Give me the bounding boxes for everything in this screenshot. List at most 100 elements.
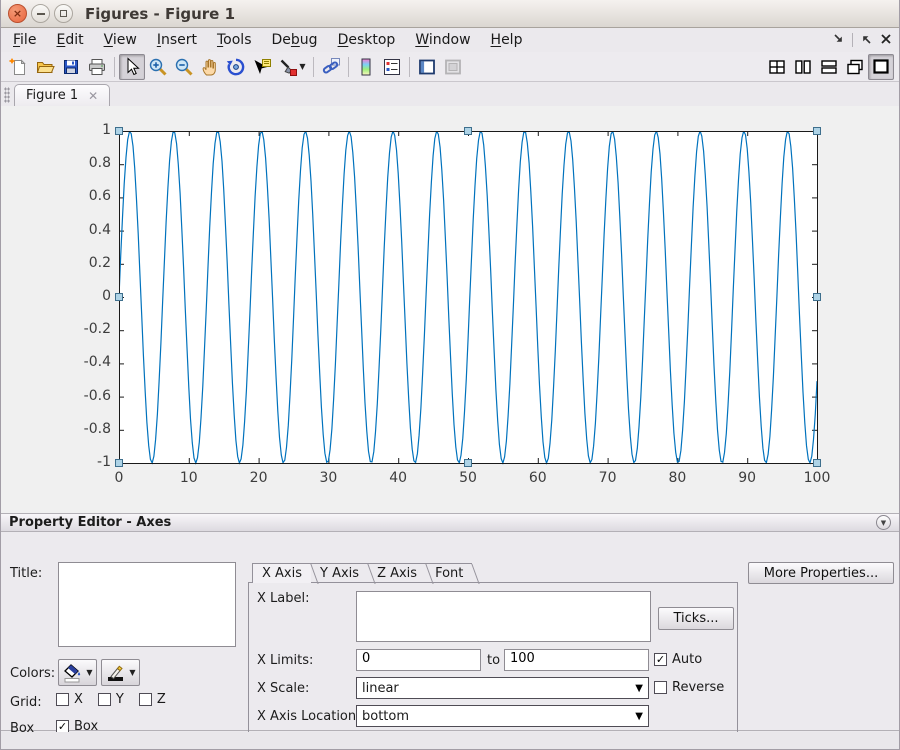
y-tick-label: -1 [59, 454, 111, 470]
link-plot-icon[interactable] [318, 54, 344, 80]
plot-axes[interactable] [119, 131, 819, 465]
new-figure-icon[interactable] [6, 54, 32, 80]
x-limit-min-input[interactable]: 0 [356, 649, 481, 671]
tabbar-drag-handle-icon[interactable] [4, 87, 10, 103]
tab-figure-1[interactable]: Figure 1 ✕ [14, 84, 110, 106]
menubar: FileEditViewInsertToolsDebugDesktopWindo… [1, 28, 899, 52]
to-label: to [487, 653, 500, 668]
x-tick-label: 20 [231, 470, 287, 486]
title-input[interactable] [58, 562, 236, 647]
status-strip [1, 732, 899, 750]
open-file-icon[interactable] [32, 54, 58, 80]
grid-label: Grid: [10, 695, 42, 710]
selection-handle[interactable] [464, 127, 472, 135]
undock-icon[interactable] [859, 32, 873, 49]
menu-file[interactable]: File [3, 30, 46, 50]
x-limits-label: X Limits: [257, 653, 313, 668]
minimize-window-icon[interactable] [31, 4, 50, 23]
y-tick-label: -0.2 [59, 321, 111, 337]
fill-color-button[interactable]: ▼ [58, 659, 97, 686]
grid-z-checkbox[interactable] [139, 693, 152, 706]
x-axis-location-dropdown[interactable]: bottom ▼ [356, 705, 649, 727]
colors-label: Colors: [10, 666, 55, 681]
tab-font[interactable]: Font [426, 563, 472, 583]
rotate-3d-icon[interactable] [223, 54, 249, 80]
x-axis-location-value: bottom [362, 709, 409, 724]
layout-maximize-icon[interactable] [868, 54, 894, 80]
y-tick-label: 0.6 [59, 188, 111, 204]
menu-debug[interactable]: Debug [262, 30, 328, 50]
x-limit-max-input[interactable]: 100 [504, 649, 649, 671]
x-tick-label: 90 [719, 470, 775, 486]
selection-handle[interactable] [115, 127, 123, 135]
x-label-input[interactable] [356, 591, 651, 642]
reverse-checkbox[interactable] [654, 681, 667, 694]
menu-view[interactable]: View [94, 30, 147, 50]
close-window-icon[interactable]: × [8, 4, 27, 23]
close-container-icon[interactable] [879, 32, 893, 49]
zoom-in-icon[interactable] [145, 54, 171, 80]
figure-toolbar: ▼ [1, 52, 899, 82]
zoom-out-icon[interactable] [171, 54, 197, 80]
grid-x-label: X [74, 692, 83, 707]
layout-split-vertical-icon[interactable] [790, 54, 816, 80]
menu-insert[interactable]: Insert [147, 30, 207, 50]
layout-grid-icon[interactable] [764, 54, 790, 80]
x-tick-label: 60 [510, 470, 566, 486]
toolbar-separator [409, 57, 410, 77]
title-label: Title: [10, 566, 42, 581]
y-tick-label: 0 [59, 288, 111, 304]
grid-x-checkbox[interactable] [56, 693, 69, 706]
dock-figures-icon[interactable] [832, 32, 846, 49]
figure-canvas[interactable]: 0102030405060708090100-1-0.8-0.6-0.4-0.2… [1, 106, 899, 513]
auto-checkbox[interactable] [654, 653, 667, 666]
grid-y-checkbox[interactable] [98, 693, 111, 706]
property-editor-panel: Property Editor - Axes ▼ Title: Colors: … [1, 513, 899, 731]
selection-handle[interactable] [464, 459, 472, 467]
selection-handle[interactable] [115, 293, 123, 301]
print-figure-icon[interactable] [84, 54, 110, 80]
tab-close-icon[interactable]: ✕ [88, 89, 98, 103]
selection-handle[interactable] [813, 293, 821, 301]
tab-z-axis[interactable]: Z Axis [368, 563, 426, 583]
menu-tools[interactable]: Tools [207, 30, 262, 50]
x-tick-label: 70 [580, 470, 636, 486]
x-scale-value: linear [362, 681, 399, 696]
selection-handle[interactable] [813, 127, 821, 135]
x-tick-label: 80 [649, 470, 705, 486]
line-color-button[interactable]: ▼ [101, 659, 140, 686]
save-figure-icon[interactable] [58, 54, 84, 80]
hide-plot-tools-icon[interactable] [414, 54, 440, 80]
edit-plot-pointer-icon[interactable] [119, 54, 145, 80]
auto-checkbox-label: Auto [672, 652, 702, 667]
x-scale-dropdown[interactable]: linear ▼ [356, 677, 649, 699]
toolbar-separator [348, 57, 349, 77]
toolbar-separator [313, 57, 314, 77]
x-tick-label: 50 [440, 470, 496, 486]
selection-handle[interactable] [115, 459, 123, 467]
more-properties-button[interactable]: More Properties... [748, 562, 894, 584]
menu-desktop[interactable]: Desktop [328, 30, 406, 50]
layout-cascade-icon[interactable] [842, 54, 868, 80]
dropdown-arrow-icon: ▼ [635, 683, 643, 694]
maximize-window-icon[interactable] [54, 4, 73, 23]
insert-colorbar-icon[interactable] [353, 54, 379, 80]
insert-legend-icon[interactable] [379, 54, 405, 80]
menu-window[interactable]: Window [405, 30, 480, 50]
brush-data-icon[interactable]: ▼ [275, 54, 309, 80]
y-tick-label: 1 [59, 122, 111, 138]
x-label-label: X Label: [257, 591, 310, 606]
reverse-checkbox-row: Reverse [654, 680, 724, 695]
window-title: Figures - Figure 1 [85, 5, 235, 23]
data-cursor-icon[interactable] [249, 54, 275, 80]
selection-handle[interactable] [813, 459, 821, 467]
menu-edit[interactable]: Edit [46, 30, 93, 50]
pan-icon[interactable] [197, 54, 223, 80]
tab-y-axis[interactable]: Y Axis [311, 563, 368, 583]
collapse-panel-icon[interactable]: ▼ [876, 515, 891, 530]
property-editor-header[interactable]: Property Editor - Axes ▼ [1, 514, 899, 532]
layout-split-horizontal-icon[interactable] [816, 54, 842, 80]
ticks-button[interactable]: Ticks... [658, 607, 734, 630]
tab-x-axis[interactable]: X Axis [252, 563, 311, 583]
menu-help[interactable]: Help [481, 30, 533, 50]
